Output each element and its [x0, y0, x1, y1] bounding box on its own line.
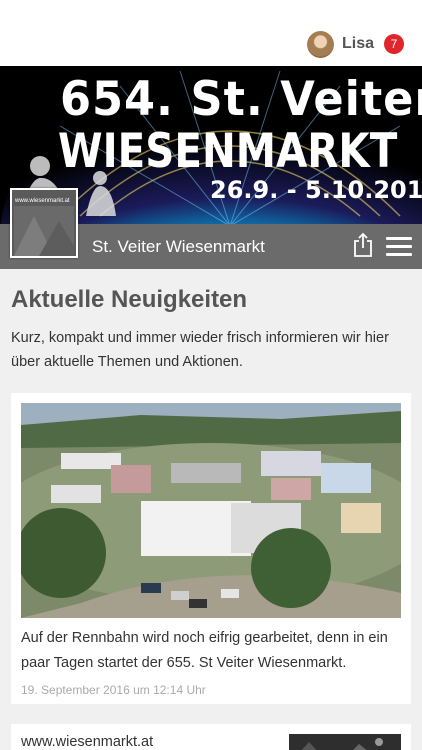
- share-icon: [354, 232, 372, 257]
- site-logo[interactable]: www.wiesenmarkt.at: [10, 188, 78, 258]
- banner-headline: 654. St. Veiter: [60, 72, 422, 127]
- section-intro: Kurz, kompakt und immer wieder frisch in…: [11, 330, 389, 370]
- logo-image: [14, 206, 74, 256]
- notification-badge[interactable]: 7: [384, 34, 404, 54]
- news-card[interactable]: www.wiesenmarkt.at: [11, 724, 411, 750]
- banner-dates: 26.9. - 5.10.2015: [210, 176, 422, 204]
- top-bar: Lisa 7: [0, 0, 422, 66]
- user-name[interactable]: Lisa: [342, 35, 374, 53]
- news-text: Auf der Rennbahn wird noch eifrig gearbe…: [21, 630, 388, 671]
- banner-title: WIESENMARKT: [58, 124, 398, 179]
- menu-line-icon: [386, 245, 412, 248]
- menu-line-icon: [386, 237, 412, 240]
- user-menu[interactable]: Lisa 7: [306, 30, 404, 58]
- menu-line-icon: [386, 253, 412, 256]
- news-link[interactable]: www.wiesenmarkt.at: [21, 734, 153, 750]
- logo-text: www.wiesenmarkt.at: [15, 198, 70, 204]
- news-date: 19. September 2016 um 12:14 Uhr: [21, 683, 206, 697]
- news-photo[interactable]: [21, 403, 401, 618]
- news-thumbnail[interactable]: [289, 734, 401, 750]
- avatar[interactable]: [306, 30, 334, 58]
- news-card[interactable]: Auf der Rennbahn wird noch eifrig gearbe…: [11, 393, 411, 704]
- hamburger-menu-button[interactable]: [386, 237, 412, 257]
- share-button[interactable]: [352, 232, 374, 258]
- site-title[interactable]: St. Veiter Wiesenmarkt: [92, 237, 265, 257]
- section-title: Aktuelle Neuigkeiten: [11, 286, 248, 313]
